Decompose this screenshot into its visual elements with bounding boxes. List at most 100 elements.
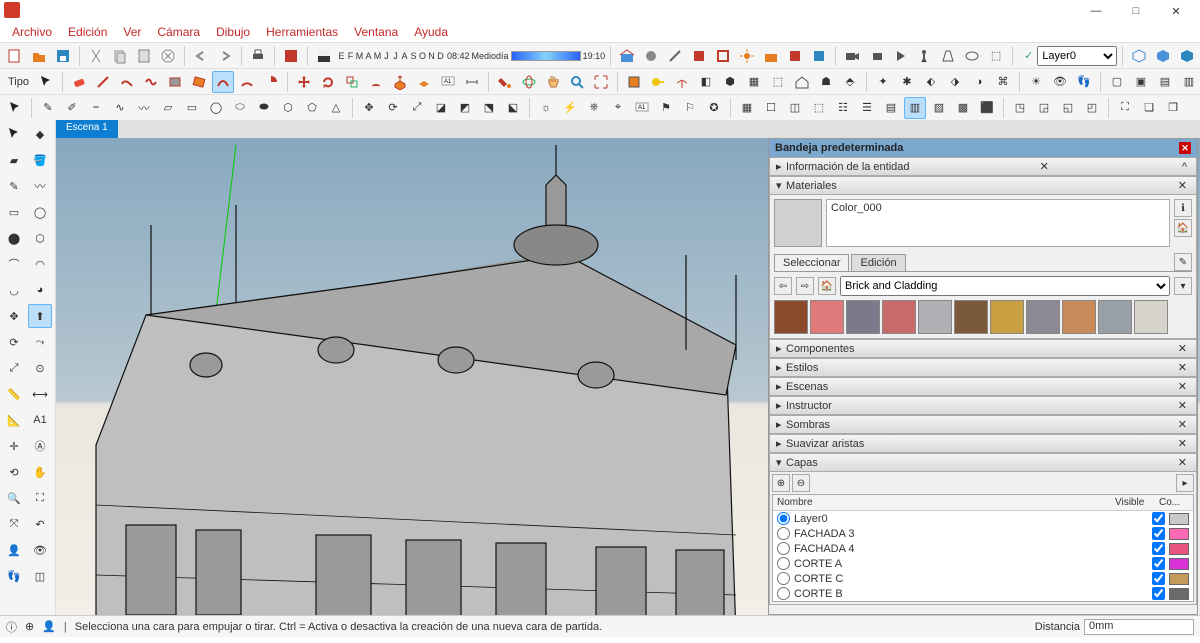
- ext-a[interactable]: [784, 45, 806, 67]
- lt-free[interactable]: 〰: [28, 174, 52, 198]
- help-icon[interactable]: ⓘ: [6, 619, 17, 635]
- r3-u[interactable]: ⬕: [502, 97, 524, 119]
- r3-select[interactable]: [4, 97, 26, 119]
- viewport-3d[interactable]: Bandeja predeterminada ✕ ▸Información de…: [56, 138, 1200, 615]
- panel-layers-header[interactable]: ▾Capas✕: [769, 453, 1197, 472]
- tool-a[interactable]: [640, 45, 662, 67]
- r3-aj[interactable]: ▥: [904, 97, 926, 119]
- material-swatch-8[interactable]: [1062, 300, 1096, 334]
- nav-home-icon[interactable]: 🏠: [818, 277, 836, 295]
- panel-suavizar-aristas[interactable]: ▸Suavizar aristas✕: [769, 434, 1197, 453]
- free-b[interactable]: [140, 71, 162, 93]
- maximize-button[interactable]: □: [1116, 0, 1156, 22]
- nav-back-icon[interactable]: ⇦: [774, 277, 792, 295]
- lt-zoom[interactable]: 🔍: [2, 486, 26, 510]
- r3-v[interactable]: ☼: [535, 97, 557, 119]
- layer-color-chip[interactable]: [1169, 543, 1189, 555]
- nav-fwd-icon[interactable]: ⇨: [796, 277, 814, 295]
- layer-active-radio[interactable]: [777, 512, 790, 525]
- orbit-tool[interactable]: [518, 71, 540, 93]
- r3-ar[interactable]: ⛶: [1114, 97, 1136, 119]
- axes-tool[interactable]: [671, 71, 693, 93]
- group-button[interactable]: [712, 45, 734, 67]
- camera-play[interactable]: [889, 45, 911, 67]
- material-swatch-0[interactable]: [774, 300, 808, 334]
- layer-color-chip[interactable]: [1169, 528, 1189, 540]
- free-a[interactable]: [116, 71, 138, 93]
- panel-escenas[interactable]: ▸Escenas✕: [769, 377, 1197, 396]
- lt-move[interactable]: ✥: [2, 304, 26, 328]
- r3-al[interactable]: ▩: [952, 97, 974, 119]
- delete-button[interactable]: [157, 45, 179, 67]
- r3-ah[interactable]: ☰: [856, 97, 878, 119]
- lt-pan[interactable]: ✋: [28, 460, 52, 484]
- tray-close-icon[interactable]: ✕: [1179, 142, 1191, 154]
- warehouse-button[interactable]: [616, 45, 638, 67]
- shadow-toggle[interactable]: [313, 45, 335, 67]
- new-file-button[interactable]: [4, 45, 26, 67]
- r3-r[interactable]: ◪: [430, 97, 452, 119]
- material-pick-button[interactable]: ℹ: [1174, 199, 1192, 217]
- arc-tool[interactable]: [212, 71, 234, 93]
- panel-close-icon[interactable]: ✕: [1175, 179, 1190, 192]
- zoom-tool[interactable]: [566, 71, 588, 93]
- r3-f[interactable]: 〰: [133, 97, 155, 119]
- layer-color-chip[interactable]: [1169, 573, 1189, 585]
- tape-tool[interactable]: [647, 71, 669, 93]
- menu-ventana[interactable]: Ventana: [348, 23, 404, 41]
- panel-entity-info[interactable]: ▸Información de la entidad✕^: [769, 157, 1197, 176]
- eye-icon[interactable]: 👁: [1049, 71, 1071, 93]
- move-tool[interactable]: [293, 71, 315, 93]
- panel-close-icon[interactable]: ✕: [1175, 418, 1190, 431]
- layer-row[interactable]: CORTE C: [773, 571, 1193, 586]
- ext-e[interactable]: ✦: [872, 71, 894, 93]
- r3-ac[interactable]: ▦: [736, 97, 758, 119]
- lt-select[interactable]: [2, 122, 26, 146]
- layer-col-color[interactable]: Co...: [1159, 497, 1189, 508]
- distance-field[interactable]: 0mm: [1084, 619, 1194, 635]
- menu-dibujo[interactable]: Dibujo: [210, 23, 256, 41]
- lt-orbit[interactable]: ⟲: [2, 460, 26, 484]
- r3-l[interactable]: ⬡: [277, 97, 299, 119]
- r3-t[interactable]: ⬔: [478, 97, 500, 119]
- ext-g[interactable]: ⬖: [920, 71, 942, 93]
- layer-row[interactable]: FACHADA 3: [773, 526, 1193, 541]
- ext-f[interactable]: ✱: [896, 71, 918, 93]
- r3-aq[interactable]: ◰: [1081, 97, 1103, 119]
- month-strip[interactable]: EFMAMJJASOND: [337, 51, 445, 61]
- layer-color-chip[interactable]: [1169, 588, 1189, 600]
- lt-circle2[interactable]: ⬤: [2, 226, 26, 250]
- r3-aa[interactable]: ⚐: [679, 97, 701, 119]
- zoom-extents[interactable]: [590, 71, 612, 93]
- minimize-button[interactable]: —: [1076, 0, 1116, 22]
- lt-b[interactable]: ◆: [28, 122, 52, 146]
- layer-visible-checkbox[interactable]: [1152, 572, 1165, 585]
- r3-g[interactable]: ▱: [157, 97, 179, 119]
- r3-am[interactable]: ⬛: [976, 97, 998, 119]
- lt-arc[interactable]: ⌒: [2, 252, 26, 276]
- r3-ae[interactable]: ◫: [784, 97, 806, 119]
- r3-i[interactable]: ◯: [205, 97, 227, 119]
- layer-row[interactable]: Layer0: [773, 511, 1193, 526]
- layer-visible-checkbox[interactable]: [1152, 557, 1165, 570]
- menu-ayuda[interactable]: Ayuda: [408, 23, 454, 41]
- view-iso[interactable]: [1128, 45, 1150, 67]
- scene-tab-1[interactable]: Escena 1: [56, 120, 118, 138]
- layer-dropdown[interactable]: Layer0: [1037, 46, 1117, 66]
- r3-b[interactable]: ✎: [37, 97, 59, 119]
- paint-tool[interactable]: [494, 71, 516, 93]
- layer-col-visible[interactable]: Visible: [1115, 497, 1159, 508]
- copy-button[interactable]: [109, 45, 131, 67]
- pan-tool[interactable]: [542, 71, 564, 93]
- close-button[interactable]: ✕: [1156, 0, 1196, 22]
- ext-i[interactable]: ◑: [968, 71, 990, 93]
- ext-h[interactable]: ⬗: [944, 71, 966, 93]
- lt-text[interactable]: A1: [28, 408, 52, 432]
- text-tool[interactable]: A1: [437, 71, 459, 93]
- panel-estilos[interactable]: ▸Estilos✕: [769, 358, 1197, 377]
- lt-pos[interactable]: 👤: [2, 538, 26, 562]
- layer-selector[interactable]: ✓ Layer0: [1024, 46, 1117, 66]
- lt-scale[interactable]: ⤢: [2, 356, 26, 380]
- r3-x[interactable]: ⎈: [583, 97, 605, 119]
- camera-next[interactable]: [865, 45, 887, 67]
